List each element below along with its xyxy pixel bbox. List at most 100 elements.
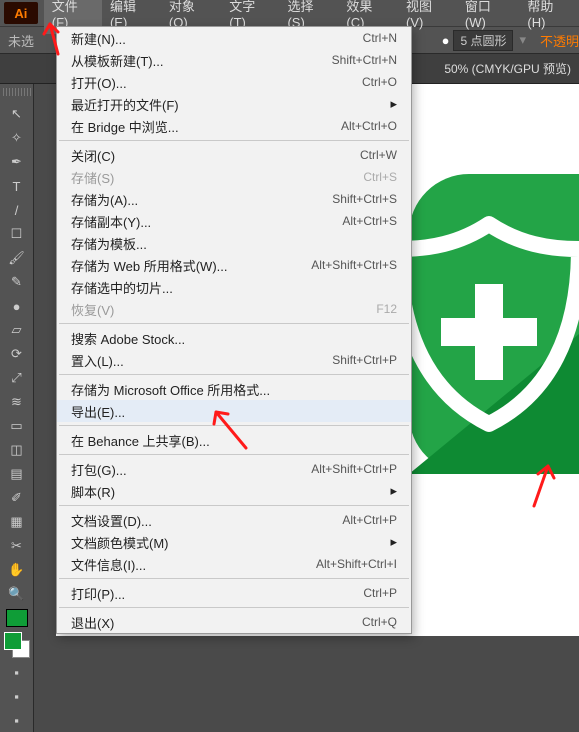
paintbrush-tool[interactable]: 🖌 (4, 246, 30, 270)
menu-item-label: 存储(S) (71, 168, 363, 187)
menu-item-32[interactable]: 退出(X)Ctrl+Q (57, 611, 411, 633)
menu-item-label: 导出(E)... (71, 402, 397, 421)
menu-item-shortcut: Ctrl+O (362, 75, 397, 89)
menu-item-label: 搜索 Adobe Stock... (71, 329, 397, 348)
menu-item-8[interactable]: 存储为(A)...Shift+Ctrl+S (57, 188, 411, 210)
panel-grip[interactable] (3, 88, 31, 96)
menu-item-2[interactable]: 打开(O)...Ctrl+O (57, 71, 411, 93)
menu-item-19[interactable]: 导出(E)... (57, 400, 411, 422)
menu-item-15[interactable]: 搜索 Adobe Stock... (57, 327, 411, 349)
eyedropper-tool[interactable]: ✐ (4, 486, 30, 510)
misc-c-tool[interactable]: ▪ (4, 708, 30, 732)
menu-item-label: 退出(X) (71, 613, 362, 632)
menu-item-shortcut: Alt+Ctrl+O (341, 119, 397, 133)
crop-tool[interactable]: ✂ (4, 534, 30, 558)
menu-item-3[interactable]: 最近打开的文件(F) ▸ (57, 93, 411, 115)
menu-帮助[interactable]: 帮助(H) (519, 0, 579, 34)
shield-app-icon (409, 154, 579, 477)
menu-item-13: 恢复(V)F12 (57, 298, 411, 320)
menu-item-shortcut: Shift+Ctrl+S (332, 192, 397, 206)
opacity-label[interactable]: 不透明 (532, 31, 579, 50)
artboard-tool[interactable]: ▦ (4, 510, 30, 534)
menu-item-label: 恢复(V) (71, 300, 376, 319)
menu-item-4[interactable]: 在 Bridge 中浏览...Alt+Ctrl+O (57, 115, 411, 137)
stroke-profile-field[interactable]: 5 点圆形 (453, 30, 513, 51)
swatch-pair-tool[interactable] (4, 630, 30, 660)
selection-tool[interactable]: ↖ (4, 102, 30, 126)
menu-item-label: 存储选中的切片... (71, 278, 397, 297)
options-left-label: 未选 (0, 31, 42, 50)
pen-tool[interactable]: ✒ (4, 150, 30, 174)
menu-item-18[interactable]: 存储为 Microsoft Office 所用格式... (57, 378, 411, 400)
width-tool[interactable]: ≋ (4, 390, 30, 414)
submenu-arrow-icon: ▸ (390, 96, 397, 112)
menu-item-30[interactable]: 打印(P)...Ctrl+P (57, 582, 411, 604)
menu-item-label: 最近打开的文件(F) (71, 95, 382, 114)
type-tool[interactable]: T (4, 174, 30, 198)
magic-wand-tool[interactable]: ✧ (4, 126, 30, 150)
menu-item-9[interactable]: 存储副本(Y)...Alt+Ctrl+S (57, 210, 411, 232)
menu-item-1[interactable]: 从模板新建(T)...Shift+Ctrl+N (57, 49, 411, 71)
menu-item-label: 关闭(C) (71, 146, 360, 165)
fill-green-tool[interactable] (4, 606, 30, 630)
rotate-tool[interactable]: ⟳ (4, 342, 30, 366)
menu-item-6[interactable]: 关闭(C)Ctrl+W (57, 144, 411, 166)
menu-item-12[interactable]: 存储选中的切片... (57, 276, 411, 298)
menu-separator (59, 323, 409, 324)
menu-item-shortcut: Ctrl+Q (362, 615, 397, 629)
menu-separator (59, 607, 409, 608)
bullet-icon: ● (442, 33, 450, 48)
menu-item-shortcut: Alt+Shift+Ctrl+P (311, 462, 397, 476)
menu-item-shortcut: Ctrl+W (360, 148, 397, 162)
menu-item-label: 文件信息(I)... (71, 555, 316, 574)
submenu-arrow-icon: ▸ (390, 483, 397, 499)
menu-item-11[interactable]: 存储为 Web 所用格式(W)...Alt+Shift+Ctrl+S (57, 254, 411, 276)
menubar: Ai 文件(F)编辑(E)对象(O)文字(T)选择(S)效果(C)视图(V)窗口… (0, 0, 579, 26)
scale-tool[interactable]: ⤢ (4, 366, 30, 390)
menu-separator (59, 505, 409, 506)
menu-item-16[interactable]: 置入(L)...Shift+Ctrl+P (57, 349, 411, 371)
menu-item-shortcut: Alt+Shift+Ctrl+I (316, 557, 397, 571)
menu-separator (59, 454, 409, 455)
rectangle-tool[interactable]: ☐ (4, 222, 30, 246)
menu-item-label: 文档颜色模式(M) (71, 533, 382, 552)
free-transform-tool[interactable]: ▭ (4, 414, 30, 438)
hand-tool[interactable]: ✋ (4, 558, 30, 582)
menu-separator (59, 374, 409, 375)
menu-item-label: 存储副本(Y)... (71, 212, 342, 231)
menu-item-0[interactable]: 新建(N)...Ctrl+N (57, 27, 411, 49)
chevron-down-icon[interactable]: ▾ (519, 32, 526, 48)
menu-item-shortcut: F12 (376, 302, 397, 316)
menu-item-label: 新建(N)... (71, 29, 363, 48)
menu-item-label: 打印(P)... (71, 584, 363, 603)
shape-builder-tool[interactable]: ◫ (4, 438, 30, 462)
menu-item-shortcut: Ctrl+P (363, 586, 397, 600)
menu-item-label: 存储为(A)... (71, 190, 332, 209)
menu-item-24[interactable]: 脚本(R) ▸ (57, 480, 411, 502)
menu-item-label: 打开(O)... (71, 73, 362, 92)
menu-item-label: 在 Bridge 中浏览... (71, 117, 341, 136)
menu-item-26[interactable]: 文档设置(D)...Alt+Ctrl+P (57, 509, 411, 531)
gradient-tool[interactable]: ▤ (4, 462, 30, 486)
menu-separator (59, 425, 409, 426)
menu-item-10[interactable]: 存储为模板... (57, 232, 411, 254)
menu-item-label: 脚本(R) (71, 482, 382, 501)
menu-item-label: 文档设置(D)... (71, 511, 342, 530)
menu-item-28[interactable]: 文件信息(I)...Alt+Shift+Ctrl+I (57, 553, 411, 575)
blob-brush-tool[interactable]: ● (4, 294, 30, 318)
pencil-tool[interactable]: ✎ (4, 270, 30, 294)
menu-item-27[interactable]: 文档颜色模式(M)▸ (57, 531, 411, 553)
line-tool[interactable]: / (4, 198, 30, 222)
app-icon: Ai (4, 2, 38, 24)
menu-item-21[interactable]: 在 Behance 上共享(B)... (57, 429, 411, 451)
menu-item-label: 存储为模板... (71, 234, 397, 253)
menu-item-shortcut: Alt+Ctrl+S (342, 214, 397, 228)
zoom-tool[interactable]: 🔍 (4, 582, 30, 606)
menu-item-shortcut: Shift+Ctrl+N (332, 53, 397, 67)
misc-b-tool[interactable]: ▪ (4, 684, 30, 708)
menu-item-23[interactable]: 打包(G)...Alt+Shift+Ctrl+P (57, 458, 411, 480)
misc-a-tool[interactable]: ▪ (4, 660, 30, 684)
file-menu-dropdown: 新建(N)...Ctrl+N从模板新建(T)...Shift+Ctrl+N打开(… (56, 26, 412, 634)
menu-item-label: 存储为 Web 所用格式(W)... (71, 256, 311, 275)
eraser-tool[interactable]: ▱ (4, 318, 30, 342)
